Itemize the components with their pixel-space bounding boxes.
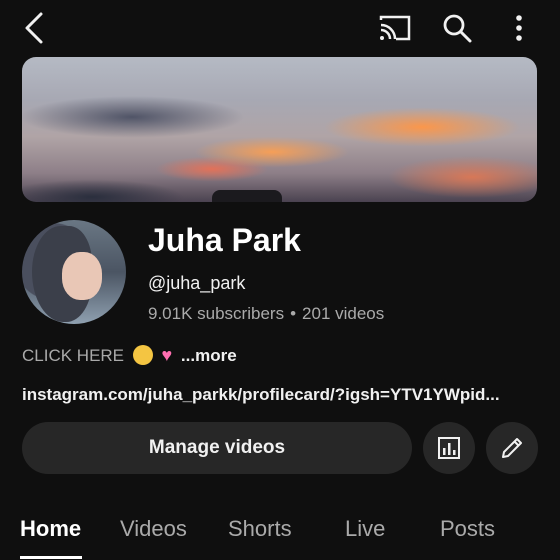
- banner-treeline: [212, 190, 282, 202]
- back-icon[interactable]: [14, 8, 54, 48]
- cast-icon[interactable]: [374, 8, 416, 48]
- more-vert-icon[interactable]: [498, 8, 540, 48]
- tab-shorts[interactable]: Shorts: [228, 516, 292, 542]
- subscriber-count: 9.01K subscribers: [148, 304, 285, 323]
- edit-icon: [502, 438, 522, 458]
- edit-button[interactable]: [486, 422, 538, 474]
- top-app-bar: [0, 0, 560, 56]
- stats-separator: •: [290, 304, 297, 323]
- description-text: CLICK HERE: [22, 346, 125, 365]
- search-icon[interactable]: [436, 8, 478, 48]
- tab-posts[interactable]: Posts: [440, 516, 495, 542]
- channel-tabs: Home Videos Shorts Live Posts: [0, 512, 560, 560]
- channel-link[interactable]: instagram.com/juha_parkk/profilecard/?ig…: [22, 385, 500, 405]
- channel-stats: 9.01K subscribers • 201 videos: [148, 304, 384, 324]
- grinning-emoji-icon: [132, 345, 153, 365]
- avatar[interactable]: [22, 220, 126, 324]
- channel-handle: @juha_park: [148, 273, 246, 293]
- channel-description[interactable]: CLICK HERE ♥ ...more: [22, 345, 237, 366]
- tab-videos[interactable]: Videos: [120, 516, 187, 542]
- tab-live[interactable]: Live: [345, 516, 385, 542]
- video-count: 201 videos: [302, 304, 385, 323]
- channel-banner: [22, 57, 537, 202]
- manage-videos-button[interactable]: Manage videos: [22, 422, 412, 474]
- more-link[interactable]: ...more: [181, 346, 237, 365]
- heart-emoji-icon: ♥: [161, 345, 173, 365]
- tab-home[interactable]: Home: [20, 516, 81, 542]
- avatar-face: [62, 252, 102, 300]
- analytics-icon: [438, 437, 460, 459]
- channel-name: Juha Park: [148, 222, 301, 258]
- analytics-button[interactable]: [423, 422, 475, 474]
- active-tab-indicator: [20, 556, 82, 559]
